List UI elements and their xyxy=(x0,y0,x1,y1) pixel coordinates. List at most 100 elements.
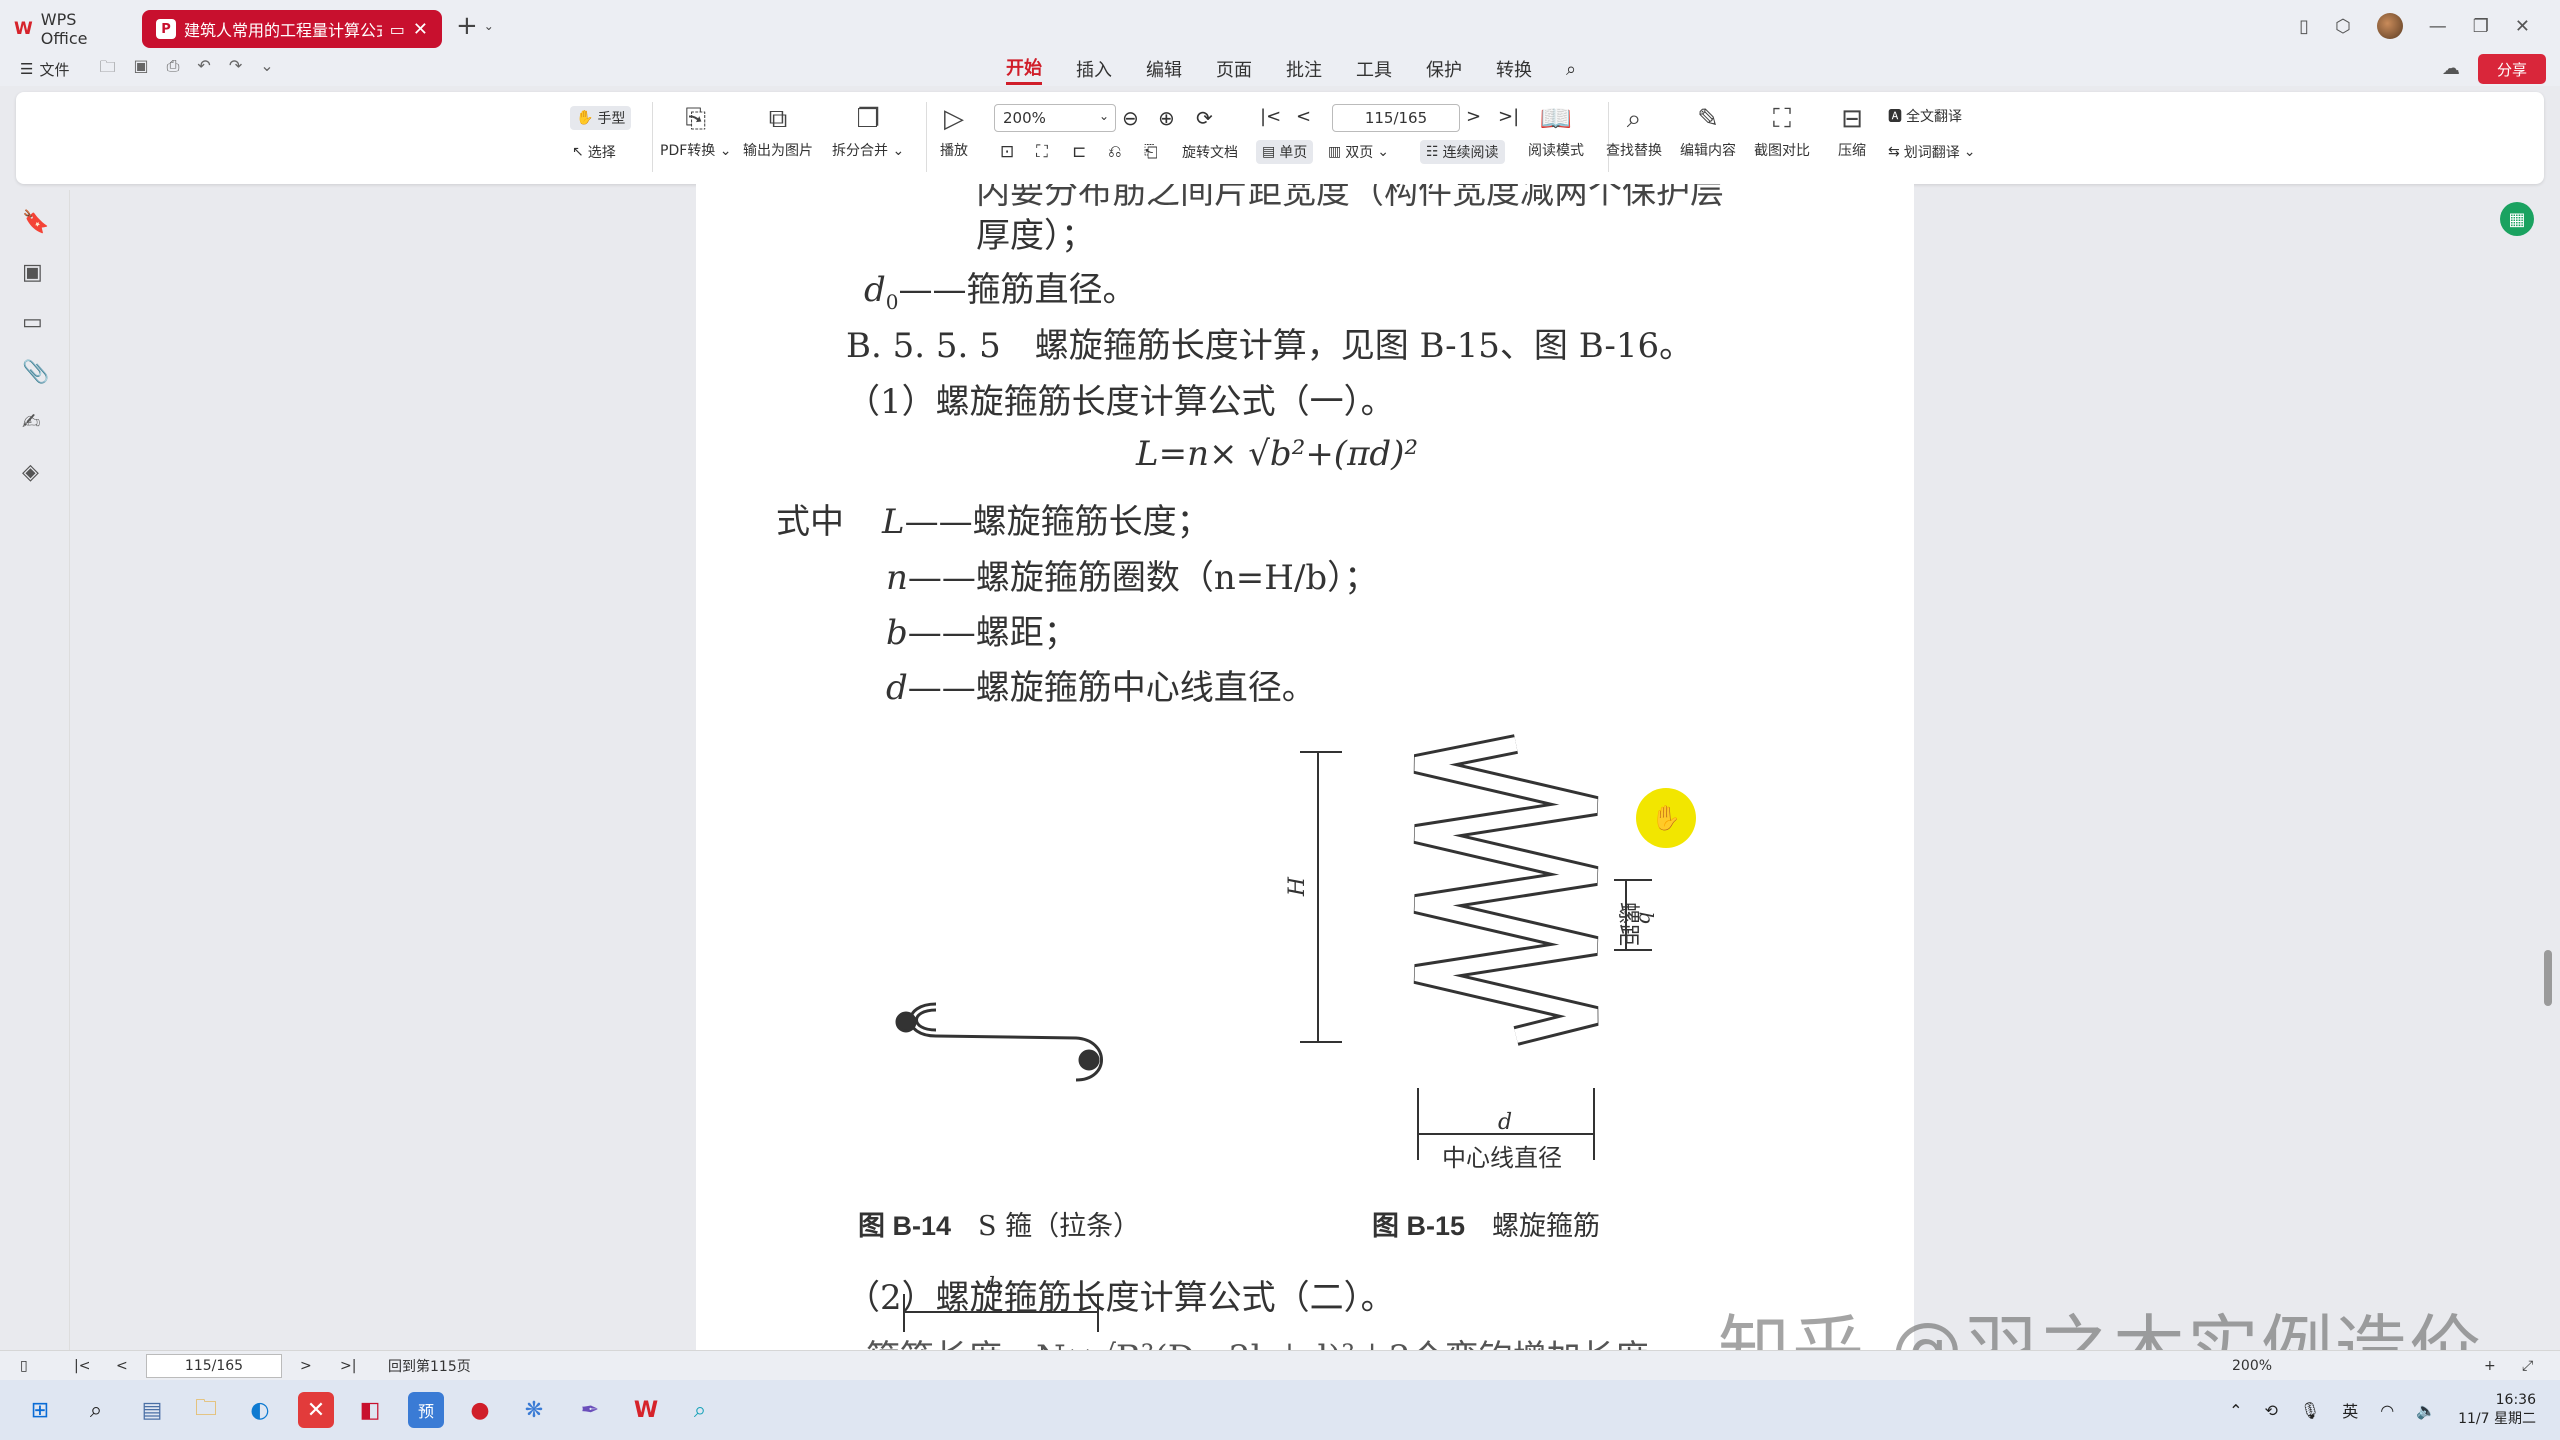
fit-width-icon[interactable]: ⊏ xyxy=(1072,142,1086,162)
back-to-page-link[interactable]: 回到第115页 xyxy=(388,1356,471,1376)
search-icon[interactable]: ⌕ xyxy=(78,1392,114,1428)
status-page-input[interactable]: 115/165 xyxy=(146,1354,282,1378)
select-tool-button[interactable]: ↖ 选择 xyxy=(572,142,616,162)
menu-tab-tools[interactable]: 工具 xyxy=(1356,56,1392,82)
file-explorer-icon[interactable]: 🗀 xyxy=(188,1392,224,1428)
clock[interactable]: 16:36 11/7 星期二 xyxy=(2458,1391,2536,1429)
ime-indicator[interactable]: 英 xyxy=(2342,1398,2358,1422)
read-mode-button[interactable]: 📖 阅读模式 xyxy=(1528,104,1584,160)
comment-icon[interactable]: ▭ xyxy=(22,310,43,335)
find-replace-button[interactable]: ⌕ 查找替换 xyxy=(1606,104,1662,160)
zoom-in-icon[interactable]: ⊕ xyxy=(1158,106,1175,130)
close-window-icon[interactable]: ✕ xyxy=(2515,16,2530,37)
sidebar-toggle-icon[interactable]: ▯ xyxy=(20,1358,28,1374)
record-icon[interactable]: ● xyxy=(462,1392,498,1428)
redo-icon[interactable]: ↷ xyxy=(229,56,242,83)
next-page-icon[interactable]: > xyxy=(300,1358,312,1374)
close-tab-icon[interactable]: ✕ xyxy=(413,19,428,40)
menu-tab-start[interactable]: 开始 xyxy=(1006,54,1042,85)
edge-browser-icon[interactable]: ◐ xyxy=(242,1392,278,1428)
next-page-icon[interactable]: > xyxy=(1466,106,1481,127)
tab-document[interactable]: P 建筑人常用的工程量计算公式/ ▭ ✕ xyxy=(142,10,442,48)
chevron-down-icon[interactable]: ⌄ xyxy=(260,56,273,83)
chat-app-icon[interactable]: ⌕ xyxy=(682,1392,718,1428)
notepad-icon[interactable]: ▤ xyxy=(134,1392,170,1428)
preview-app-icon[interactable]: 预 xyxy=(408,1392,444,1428)
menu-tab-protect[interactable]: 保护 xyxy=(1426,56,1462,82)
export-image-button[interactable]: ⧉ 输出为图片 xyxy=(743,104,813,160)
wps-pdf-icon[interactable]: ◧ xyxy=(352,1392,388,1428)
edit-content-button[interactable]: ✎ 编辑内容 xyxy=(1680,104,1736,160)
thumbnail-icon[interactable]: ▣ xyxy=(22,260,43,285)
save-icon[interactable]: ▣ xyxy=(133,56,148,83)
xmind-icon[interactable]: ✕ xyxy=(298,1392,334,1428)
volume-icon[interactable]: 🔈 xyxy=(2416,1401,2436,1420)
cloud-sync-icon[interactable]: ☁ xyxy=(2442,58,2460,79)
full-translate-button[interactable]: 🅰 全文翻译 xyxy=(1888,106,1962,126)
print-icon[interactable]: ⎙ xyxy=(167,56,180,83)
wps-office-icon[interactable]: W xyxy=(628,1392,664,1428)
zoom-in-icon[interactable]: + xyxy=(2484,1358,2496,1374)
double-page-button[interactable]: ▥ 双页 ⌄ xyxy=(1328,142,1389,162)
signature-icon[interactable]: ✍ xyxy=(22,410,40,435)
status-zoom[interactable]: 200% xyxy=(2232,1358,2272,1374)
rotate-document-button[interactable]: 旋转文档 xyxy=(1182,142,1238,162)
play-button[interactable]: ▷ 播放 xyxy=(940,104,968,160)
search-icon[interactable]: ⌕ xyxy=(1566,59,1576,80)
windows-start-icon[interactable]: ⊞ xyxy=(22,1392,58,1428)
layers-icon[interactable]: ◈ xyxy=(22,460,39,485)
wifi-icon[interactable]: ◠ xyxy=(2380,1401,2394,1420)
actual-size-icon[interactable]: ⊡ xyxy=(1000,142,1014,162)
hand-tool-button[interactable]: ✋ 手型 xyxy=(570,106,632,130)
last-page-icon[interactable]: >| xyxy=(340,1358,356,1374)
chevron-down-icon[interactable]: ⌄ xyxy=(484,19,494,33)
pdf-convert-button[interactable]: ⎘ PDF转换 ⌄ xyxy=(660,104,731,160)
menu-tab-page[interactable]: 页面 xyxy=(1216,56,1252,82)
menu-tab-annotate[interactable]: 批注 xyxy=(1286,56,1322,82)
minimize-icon[interactable]: — xyxy=(2429,16,2447,37)
menu-tab-edit[interactable]: 编辑 xyxy=(1146,56,1182,82)
cube-icon[interactable]: ⬡ xyxy=(2335,16,2351,37)
split-merge-button[interactable]: ❐ 拆分合并 ⌄ xyxy=(832,104,904,160)
attachment-icon[interactable]: 📎 xyxy=(22,360,49,385)
first-page-icon[interactable]: |< xyxy=(1260,106,1281,127)
last-page-icon[interactable]: >| xyxy=(1498,106,1519,127)
rotate-left-icon[interactable]: ⎌ xyxy=(1108,142,1122,162)
fit-page-icon[interactable]: ⛶ xyxy=(1036,142,1048,162)
single-page-icon: ▤ xyxy=(1262,144,1276,160)
scrollbar-thumb[interactable] xyxy=(2544,950,2552,1006)
single-page-button[interactable]: ▤ 单页 xyxy=(1256,140,1314,164)
avatar[interactable] xyxy=(2376,13,2403,39)
compress-button[interactable]: ⊟ 压缩 xyxy=(1838,104,1866,160)
layout-icon[interactable]: ▯ xyxy=(2299,16,2309,37)
feather-app-icon[interactable]: ✒ xyxy=(572,1392,608,1428)
first-page-icon[interactable]: |< xyxy=(74,1358,90,1374)
fullscreen-icon[interactable]: ⤢ xyxy=(2522,1358,2533,1374)
bookmark-icon[interactable]: 🔖 xyxy=(22,210,49,235)
tab-wps-home[interactable]: W WPS Office xyxy=(0,10,142,48)
sync-icon[interactable]: ⟲ xyxy=(2264,1401,2277,1420)
open-folder-icon[interactable]: 🗀 xyxy=(99,56,115,83)
undo-icon[interactable]: ↶ xyxy=(197,56,210,83)
screenshot-compare-button[interactable]: ⛶ 截图对比 xyxy=(1754,104,1810,160)
new-tab-button[interactable]: + xyxy=(456,11,478,41)
side-panel-toggle[interactable]: ▦ xyxy=(2500,202,2534,236)
word-translate-button[interactable]: ⇆ 划词翻译 ⌄ xyxy=(1888,142,1975,162)
share-button[interactable]: 分享 xyxy=(2478,54,2546,84)
restore-icon[interactable]: ❐ xyxy=(2473,16,2489,37)
rotate-icon[interactable]: ⟳ xyxy=(1196,106,1213,130)
prev-page-icon[interactable]: < xyxy=(116,1358,128,1374)
menu-tab-convert[interactable]: 转换 xyxy=(1496,56,1532,82)
zoom-select[interactable]: 200% ⌄ xyxy=(994,104,1116,132)
rotate-right-icon[interactable]: ⎗ xyxy=(1144,142,1158,162)
chevron-up-icon[interactable]: ⌃ xyxy=(2229,1401,2242,1420)
microphone-icon[interactable]: 🎙 xyxy=(2300,1401,2320,1420)
menu-tab-insert[interactable]: 插入 xyxy=(1076,56,1112,82)
continuous-read-button[interactable]: ☷ 连续阅读 xyxy=(1420,140,1505,164)
network-app-icon[interactable]: ❋ xyxy=(516,1392,552,1428)
page-number-input[interactable]: 115/165 xyxy=(1332,104,1460,132)
file-menu[interactable]: ☰ 文件 xyxy=(20,59,69,80)
monitor-icon[interactable]: ▭ xyxy=(390,20,405,39)
zoom-out-icon[interactable]: ⊖ xyxy=(1122,106,1139,130)
prev-page-icon[interactable]: < xyxy=(1296,106,1311,127)
